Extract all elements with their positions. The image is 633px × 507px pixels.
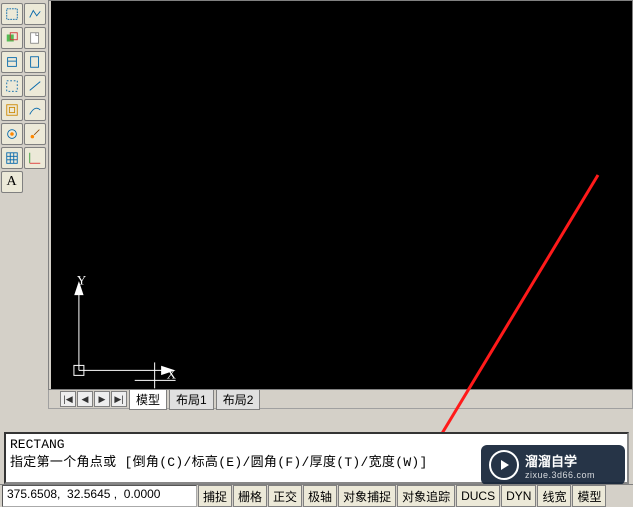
layout-tab-model[interactable]: 模型: [129, 389, 167, 410]
watermark-title: 溜溜自学: [525, 451, 595, 470]
play-icon: [489, 450, 519, 480]
layout-nav-prev[interactable]: ◀: [77, 391, 93, 407]
watermark-badge: 溜溜自学 zixue.3d66.com: [481, 445, 625, 485]
layout-tab-layout2[interactable]: 布局2: [216, 389, 261, 410]
toolbar-left-b: [23, 0, 46, 169]
status-bar: 375.6508, 32.5645 , 0.0000 捕捉 栅格 正交 极轴 对…: [0, 484, 633, 507]
layout-nav-first[interactable]: |◀: [60, 391, 76, 407]
axis-x-label: X: [167, 366, 177, 381]
status-btn-osnap[interactable]: 对象捕捉: [338, 485, 396, 507]
tool-render[interactable]: [1, 123, 23, 145]
canvas-frame: Y X: [48, 0, 633, 390]
tool-properties[interactable]: [1, 51, 23, 73]
status-btn-polar[interactable]: 极轴: [303, 485, 337, 507]
tool-page-setup[interactable]: [1, 3, 23, 25]
status-btn-ducs[interactable]: DUCS: [456, 485, 500, 507]
tool-text[interactable]: A: [1, 171, 23, 193]
layout-nav-next[interactable]: ▶: [94, 391, 110, 407]
tool-brush[interactable]: [24, 123, 46, 145]
watermark-subtitle: zixue.3d66.com: [525, 470, 595, 480]
status-btn-dyn[interactable]: DYN: [501, 485, 536, 507]
tool-line[interactable]: [24, 75, 46, 97]
status-btn-lwt[interactable]: 线宽: [537, 485, 571, 507]
tool-grid[interactable]: [1, 147, 23, 169]
tool-open[interactable]: [24, 51, 46, 73]
layout-tab-bar: |◀ ◀ ▶ ▶| 模型 布局1 布局2: [48, 390, 633, 409]
drawing-canvas[interactable]: Y X: [51, 1, 632, 389]
status-btn-ortho[interactable]: 正交: [268, 485, 302, 507]
status-btn-snap[interactable]: 捕捉: [198, 485, 232, 507]
status-btn-otrack[interactable]: 对象追踪: [397, 485, 455, 507]
toolbar-left-a: A: [0, 0, 23, 193]
status-coords: 375.6508, 32.5645 , 0.0000: [2, 485, 197, 507]
tool-pline[interactable]: [24, 99, 46, 121]
status-btn-grid[interactable]: 栅格: [233, 485, 267, 507]
tool-new[interactable]: [24, 27, 46, 49]
tool-crop[interactable]: [1, 75, 23, 97]
tool-axes[interactable]: [24, 147, 46, 169]
axis-y-label: Y: [77, 273, 87, 288]
layout-tab-layout1[interactable]: 布局1: [169, 389, 214, 410]
tool-polyline[interactable]: [24, 3, 46, 25]
status-btn-model[interactable]: 模型: [572, 485, 606, 507]
tool-layers[interactable]: [1, 27, 23, 49]
tool-bounds[interactable]: [1, 99, 23, 121]
layout-nav-last[interactable]: ▶|: [111, 391, 127, 407]
